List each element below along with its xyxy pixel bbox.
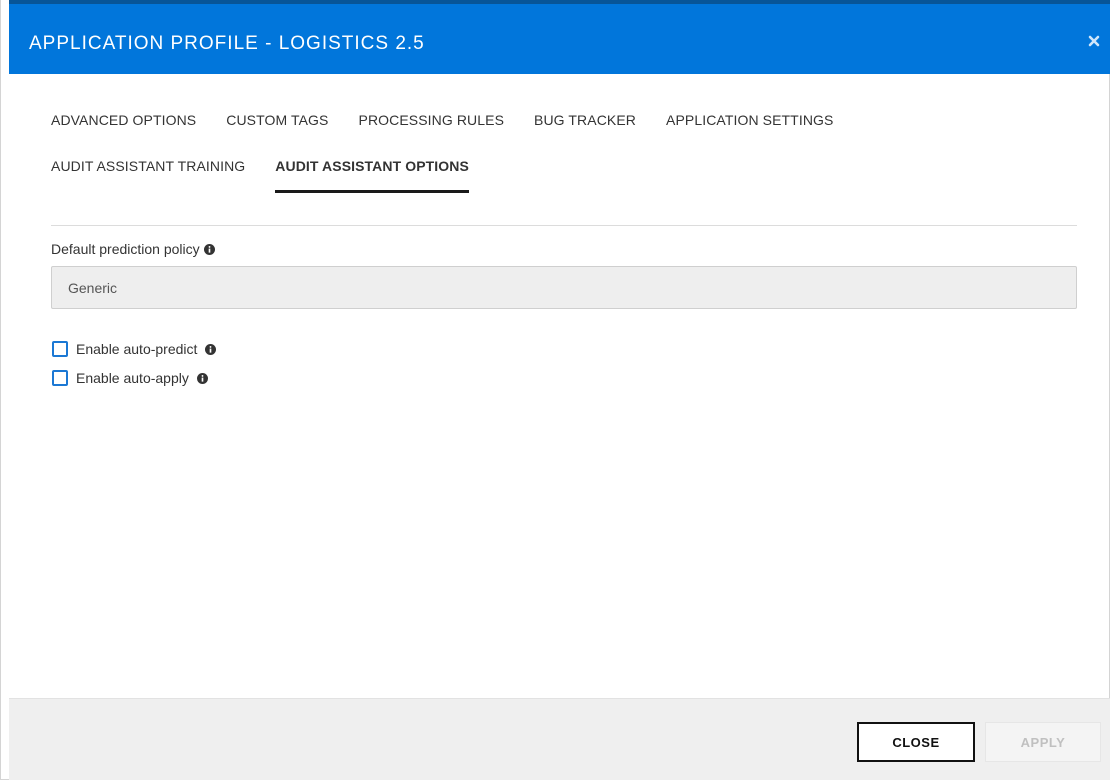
header-top-strip: [9, 0, 1110, 4]
tab-divider: [51, 225, 1077, 226]
auto-apply-option[interactable]: Enable auto-apply: [52, 370, 208, 386]
tab-application-settings[interactable]: APPLICATION SETTINGS: [666, 112, 833, 128]
apply-button[interactable]: APPLY: [985, 722, 1101, 762]
tab-audit-assistant-options[interactable]: AUDIT ASSISTANT OPTIONS: [275, 158, 469, 193]
auto-apply-label: Enable auto-apply: [76, 370, 189, 386]
prediction-policy-select[interactable]: Generic: [51, 266, 1077, 309]
prediction-policy-label-text: Default prediction policy: [51, 241, 200, 257]
info-icon[interactable]: [203, 243, 215, 255]
tab-row-2: AUDIT ASSISTANT TRAINING AUDIT ASSISTANT…: [51, 158, 1081, 202]
auto-predict-option[interactable]: Enable auto-predict: [52, 341, 217, 357]
tab-row-1: ADVANCED OPTIONS CUSTOM TAGS PROCESSING …: [51, 112, 1081, 136]
tab-audit-assistant-training[interactable]: AUDIT ASSISTANT TRAINING: [51, 158, 245, 174]
auto-predict-label: Enable auto-predict: [76, 341, 198, 357]
dialog-header: APPLICATION PROFILE - LOGISTICS 2.5: [9, 0, 1110, 74]
prediction-policy-label: Default prediction policy: [51, 241, 215, 257]
tab-advanced-options[interactable]: ADVANCED OPTIONS: [51, 112, 196, 128]
application-profile-dialog: APPLICATION PROFILE - LOGISTICS 2.5 ADVA…: [0, 0, 1110, 780]
close-icon[interactable]: [1087, 34, 1101, 48]
tab-bug-tracker[interactable]: BUG TRACKER: [534, 112, 636, 128]
tab-custom-tags[interactable]: CUSTOM TAGS: [226, 112, 328, 128]
info-icon[interactable]: [205, 343, 217, 355]
tab-processing-rules[interactable]: PROCESSING RULES: [359, 112, 505, 128]
auto-apply-checkbox[interactable]: [52, 370, 68, 386]
dialog-title: APPLICATION PROFILE - LOGISTICS 2.5: [29, 33, 425, 54]
prediction-policy-value: Generic: [68, 279, 118, 296]
close-button[interactable]: CLOSE: [857, 722, 975, 762]
tab-bar: ADVANCED OPTIONS CUSTOM TAGS PROCESSING …: [51, 112, 1081, 202]
auto-predict-checkbox[interactable]: [52, 341, 68, 357]
info-icon[interactable]: [196, 372, 208, 384]
